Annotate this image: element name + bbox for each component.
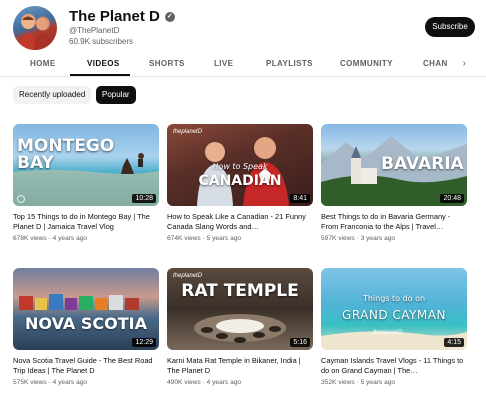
- view-count: 674K views: [167, 235, 201, 242]
- verified-check-icon: ✓: [164, 11, 175, 22]
- view-count: 352K views: [321, 379, 355, 386]
- thumbnail-text: MONTEGO BAY: [17, 136, 115, 173]
- view-count: 575K views: [13, 379, 47, 386]
- tab-videos[interactable]: VIDEOS: [70, 53, 130, 76]
- chip-recently-uploaded[interactable]: Recently uploaded: [13, 86, 92, 104]
- video-meta: 490K views · 4 years ago: [167, 379, 242, 386]
- video-duration: 20:48: [440, 194, 464, 203]
- thumbnail-subtext: How to Speak: [212, 162, 268, 171]
- tab-channels[interactable]: CHAN: [423, 53, 448, 76]
- watermark-text: theplanetD: [173, 129, 203, 135]
- video-title[interactable]: Best Things to do in Bavaria Germany - F…: [321, 212, 467, 232]
- video-card[interactable]: BAVARIA 20:48 Best Things to do in Bavar…: [321, 124, 467, 242]
- thumbnail-text: BAVARIA: [381, 154, 464, 174]
- channel-handle: @ThePlanetD: [69, 26, 120, 35]
- video-thumbnail[interactable]: NOVA SCOTIA 12:29: [13, 268, 159, 350]
- video-duration: 10:28: [132, 194, 156, 203]
- video-card[interactable]: MONTEGO BAY 10:28 Top 15 Things to do in…: [13, 124, 159, 242]
- upload-age: 5 years ago: [206, 235, 242, 242]
- chevron-right-icon[interactable]: ›: [463, 58, 466, 69]
- tab-home[interactable]: HOME: [30, 53, 56, 76]
- video-meta: 678K views · 4 years ago: [13, 235, 88, 242]
- tab-shorts[interactable]: SHORTS: [149, 53, 185, 76]
- video-meta: 674K views · 5 years ago: [167, 235, 242, 242]
- video-meta: 597K views · 3 years ago: [321, 235, 396, 242]
- video-card[interactable]: Things to do on GRAND CAYMAN theplanetD …: [321, 268, 467, 386]
- channel-avatar[interactable]: [13, 6, 57, 50]
- watermark-text: theplanetD: [173, 273, 203, 279]
- video-thumbnail[interactable]: theplanetD RAT TEMPLE 5:16: [167, 268, 313, 350]
- video-meta: 352K views · 5 years ago: [321, 379, 396, 386]
- view-count: 490K views: [167, 379, 201, 386]
- channel-header: The Planet D ✓ @ThePlanetD 60.9K subscri…: [0, 0, 486, 50]
- tab-community[interactable]: COMMUNITY: [340, 53, 393, 76]
- watermark-text: theplanetD: [373, 330, 403, 336]
- view-count: 678K views: [13, 235, 47, 242]
- upload-age: 4 years ago: [52, 379, 88, 386]
- upload-age: 4 years ago: [206, 379, 242, 386]
- video-title[interactable]: Top 15 Things to do in Montego Bay | The…: [13, 212, 159, 232]
- video-title[interactable]: Nova Scotia Travel Guide - The Best Road…: [13, 356, 159, 376]
- video-title[interactable]: How to Speak Like a Canadian - 21 Funny …: [167, 212, 313, 232]
- thumbnail-text: RAT TEMPLE: [181, 281, 299, 301]
- video-duration: 5:16: [290, 338, 310, 347]
- video-thumbnail[interactable]: Things to do on GRAND CAYMAN theplanetD …: [321, 268, 467, 350]
- video-duration: 4:15: [444, 338, 464, 347]
- video-thumbnail[interactable]: BAVARIA 20:48: [321, 124, 467, 206]
- video-meta: 575K views · 4 years ago: [13, 379, 88, 386]
- watermark-icon: [17, 195, 25, 203]
- thumbnail-text: CANADIAN: [198, 173, 282, 189]
- channel-name-text: The Planet D: [69, 8, 160, 25]
- video-thumbnail[interactable]: MONTEGO BAY 10:28: [13, 124, 159, 206]
- thumbnail-text: GRAND CAYMAN: [342, 308, 446, 322]
- tab-playlists[interactable]: PLAYLISTS: [266, 53, 313, 76]
- video-card[interactable]: NOVA SCOTIA 12:29 Nova Scotia Travel Gui…: [13, 268, 159, 386]
- subscriber-count: 60.9K subscribers: [69, 37, 134, 46]
- tab-live[interactable]: LIVE: [214, 53, 233, 76]
- video-card[interactable]: theplanetD How to Speak CANADIAN 8:41 Ho…: [167, 124, 313, 242]
- upload-age: 4 years ago: [52, 235, 88, 242]
- video-card[interactable]: theplanetD RAT TEMPLE 5:16 Karni Mata Ra…: [167, 268, 313, 386]
- upload-age: 5 years ago: [360, 379, 396, 386]
- thumbnail-subtext: Things to do on: [362, 294, 426, 303]
- channel-name[interactable]: The Planet D ✓: [69, 8, 175, 25]
- video-duration: 12:29: [132, 338, 156, 347]
- thumbnail-text: NOVA SCOTIA: [25, 314, 147, 333]
- upload-age: 3 years ago: [360, 235, 396, 242]
- view-count: 597K views: [321, 235, 355, 242]
- video-thumbnail[interactable]: theplanetD How to Speak CANADIAN 8:41: [167, 124, 313, 206]
- channel-tabs: HOME VIDEOS SHORTS LIVE PLAYLISTS COMMUN…: [0, 53, 486, 77]
- video-title[interactable]: Cayman Islands Travel Vlogs - 11 Things …: [321, 356, 467, 376]
- video-duration: 8:41: [290, 194, 310, 203]
- video-title[interactable]: Karni Mata Rat Temple in Bikaner, India …: [167, 356, 313, 376]
- subscribe-button[interactable]: Subscribe: [425, 17, 475, 37]
- chip-popular[interactable]: Popular: [96, 86, 136, 104]
